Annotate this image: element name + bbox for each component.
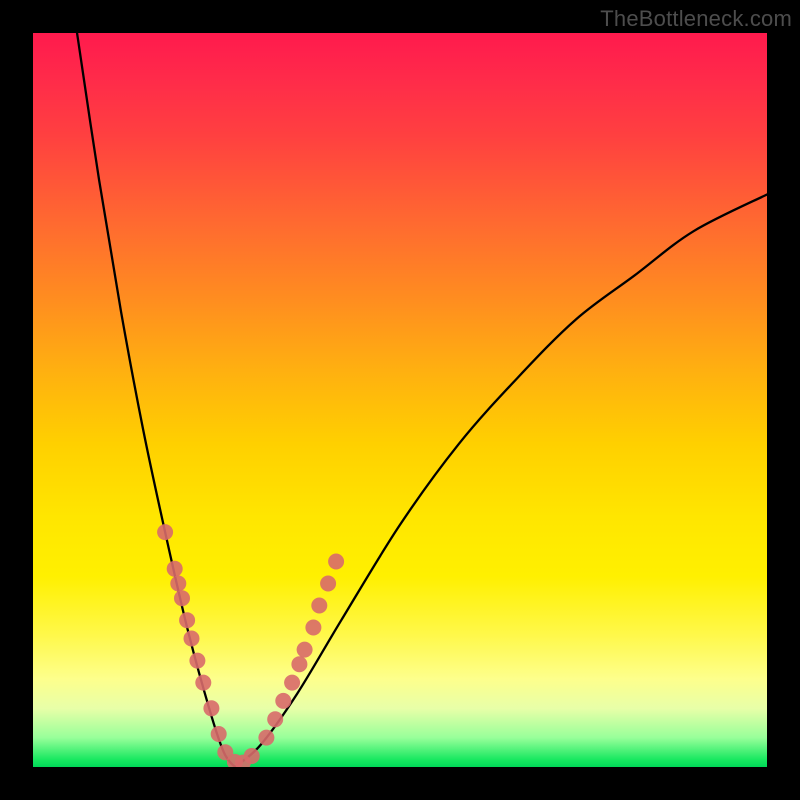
chart-stage: TheBottleneck.com	[0, 0, 800, 800]
plot-area	[33, 33, 767, 767]
watermark-text: TheBottleneck.com	[600, 6, 792, 32]
heat-gradient	[33, 33, 767, 767]
